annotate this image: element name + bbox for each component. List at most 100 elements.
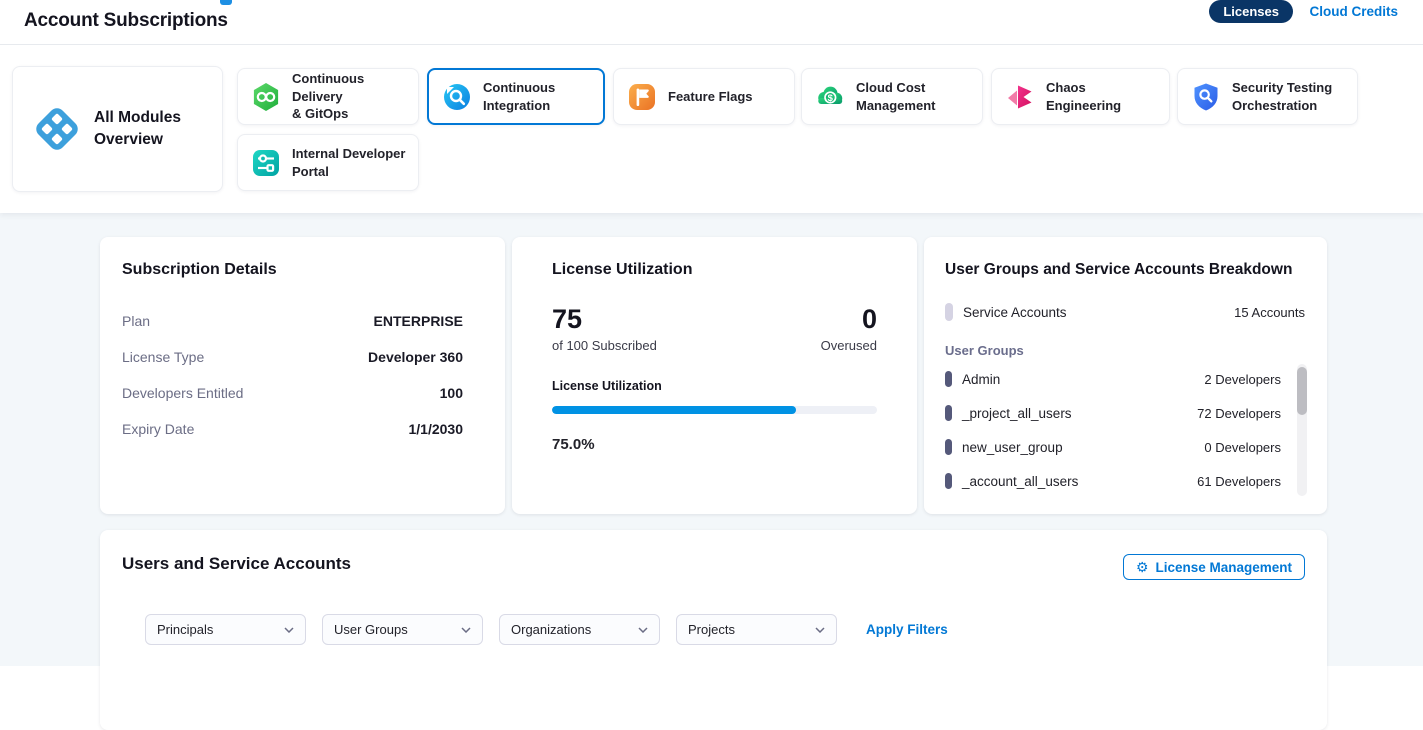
detail-label: License Type xyxy=(122,349,204,365)
tile-label: Security Testing Orchestration xyxy=(1232,79,1332,114)
subscription-details-title: Subscription Details xyxy=(122,261,483,279)
tile-all-modules-overview[interactable]: All Modules Overview xyxy=(12,66,223,192)
group-marker-icon xyxy=(945,405,952,421)
users-and-service-accounts-card: Users and Service Accounts ⚙ License Man… xyxy=(100,530,1327,730)
page-content: Subscription Details Plan ENTERPRISE Lic… xyxy=(0,213,1423,666)
filters-row: Principals User Groups Organizations Pro… xyxy=(145,614,1305,645)
utilization-stats: 75 of 100 Subscribed 0 Overused xyxy=(552,305,877,353)
group-name: _account_all_users xyxy=(962,474,1078,489)
service-accounts-row: Service Accounts 15 Accounts xyxy=(945,303,1307,321)
utilization-bar-fill xyxy=(552,406,796,414)
user-groups-header: User Groups xyxy=(945,343,1307,358)
service-accounts-label: Service Accounts xyxy=(963,305,1067,320)
group-marker-icon xyxy=(945,371,952,387)
chevron-down-icon xyxy=(638,627,648,633)
group-row-project-all-users: _project_all_users 72 Developers xyxy=(945,396,1281,430)
clipped-nav-icon xyxy=(220,0,232,5)
security-testing-icon xyxy=(1190,81,1222,113)
detail-row-developers-entitled: Developers Entitled 100 xyxy=(122,375,483,411)
subscription-details-card: Subscription Details Plan ENTERPRISE Lic… xyxy=(100,237,505,514)
tile-cloud-cost-management[interactable]: $ Cloud Cost Management xyxy=(801,68,983,125)
group-value: 61 Developers xyxy=(1197,474,1281,489)
tile-label: Internal Developer Portal xyxy=(292,145,405,180)
detail-label: Expiry Date xyxy=(122,421,194,437)
detail-row-expiry-date: Expiry Date 1/1/2030 xyxy=(122,411,483,447)
service-accounts-marker-icon xyxy=(945,303,953,321)
filter-label: User Groups xyxy=(334,622,408,637)
tile-internal-developer-portal[interactable]: Internal Developer Portal xyxy=(237,134,419,191)
feature-flags-icon xyxy=(626,81,658,113)
modules-band: All Modules Overview Continuous Delivery… xyxy=(0,45,1423,213)
breakdown-card: User Groups and Service Accounts Breakdo… xyxy=(924,237,1327,514)
group-name: Admin xyxy=(962,372,1000,387)
detail-value: 1/1/2030 xyxy=(409,421,464,437)
licenses-tab-button[interactable]: Licenses xyxy=(1209,0,1293,23)
tile-chaos-engineering[interactable]: Chaos Engineering xyxy=(991,68,1170,125)
tile-continuous-delivery-gitops[interactable]: Continuous Delivery & GitOps xyxy=(237,68,419,125)
internal-developer-portal-icon xyxy=(250,147,282,179)
organizations-filter-dropdown[interactable]: Organizations xyxy=(499,614,660,645)
detail-value: Developer 360 xyxy=(368,349,463,365)
used-caption: of 100 Subscribed xyxy=(552,338,657,353)
utilization-bar-label: License Utilization xyxy=(552,379,877,393)
group-row-new-user-group: new_user_group 0 Developers xyxy=(945,430,1281,464)
group-marker-icon xyxy=(945,473,952,489)
tile-label: Chaos Engineering xyxy=(1046,79,1157,114)
license-utilization-card: License Utilization 75 of 100 Subscribed… xyxy=(512,237,917,514)
user-groups-list: Admin 2 Developers _project_all_users 72… xyxy=(945,362,1307,498)
used-value: 75 xyxy=(552,305,657,335)
principals-filter-dropdown[interactable]: Principals xyxy=(145,614,306,645)
tile-label: Continuous Integration xyxy=(483,79,555,114)
utilization-bar xyxy=(552,406,877,414)
continuous-integration-icon xyxy=(441,81,473,113)
detail-value: ENTERPRISE xyxy=(374,313,463,329)
group-name: _project_all_users xyxy=(962,406,1072,421)
all-modules-overview-label: All Modules Overview xyxy=(94,107,181,152)
detail-label: Developers Entitled xyxy=(122,385,243,401)
group-value: 0 Developers xyxy=(1204,440,1281,455)
breakdown-title: User Groups and Service Accounts Breakdo… xyxy=(945,261,1307,279)
license-management-button[interactable]: ⚙ License Management xyxy=(1123,554,1305,580)
tile-continuous-integration[interactable]: Continuous Integration xyxy=(427,68,605,125)
svg-text:$: $ xyxy=(828,91,834,102)
user-groups-filter-dropdown[interactable]: User Groups xyxy=(322,614,483,645)
subscription-details-rows: Plan ENTERPRISE License Type Developer 3… xyxy=(122,303,483,447)
page-header: Account Subscriptions Licenses Cloud Cre… xyxy=(0,0,1423,45)
utilization-percent: 75.0% xyxy=(552,436,877,453)
groups-scrollbar[interactable] xyxy=(1297,364,1307,496)
detail-row-plan: Plan ENTERPRISE xyxy=(122,303,483,339)
continuous-delivery-icon xyxy=(250,81,282,113)
group-row-account-all-users: _account_all_users 61 Developers xyxy=(945,464,1281,498)
filter-label: Principals xyxy=(157,622,213,637)
gear-icon: ⚙ xyxy=(1136,560,1149,574)
projects-filter-dropdown[interactable]: Projects xyxy=(676,614,837,645)
group-row-admin: Admin 2 Developers xyxy=(945,362,1281,396)
detail-row-license-type: License Type Developer 360 xyxy=(122,339,483,375)
tile-label: Continuous Delivery & GitOps xyxy=(292,70,406,123)
license-management-label: License Management xyxy=(1155,560,1292,575)
detail-label: Plan xyxy=(122,313,150,329)
groups-scrollbar-thumb[interactable] xyxy=(1297,367,1307,415)
all-modules-icon xyxy=(33,105,81,153)
tile-feature-flags[interactable]: Feature Flags xyxy=(613,68,795,125)
chevron-down-icon xyxy=(284,627,294,633)
overused-value: 0 xyxy=(821,305,877,335)
tile-label: Feature Flags xyxy=(668,88,753,106)
group-marker-icon xyxy=(945,439,952,455)
cloud-credits-tab-link[interactable]: Cloud Credits xyxy=(1309,4,1398,19)
users-section-title: Users and Service Accounts xyxy=(122,554,351,574)
overused-stat: 0 Overused xyxy=(821,305,877,353)
used-stat: 75 of 100 Subscribed xyxy=(552,305,657,353)
apply-filters-link[interactable]: Apply Filters xyxy=(866,622,948,637)
chevron-down-icon xyxy=(461,627,471,633)
group-value: 72 Developers xyxy=(1197,406,1281,421)
overused-caption: Overused xyxy=(821,338,877,353)
detail-value: 100 xyxy=(440,385,463,401)
filter-label: Projects xyxy=(688,622,735,637)
group-value: 2 Developers xyxy=(1204,372,1281,387)
cloud-cost-icon: $ xyxy=(814,81,846,113)
license-utilization-title: License Utilization xyxy=(552,261,877,279)
tile-label: Cloud Cost Management xyxy=(856,79,935,114)
chaos-engineering-icon xyxy=(1004,81,1036,113)
tile-security-testing-orchestration[interactable]: Security Testing Orchestration xyxy=(1177,68,1358,125)
